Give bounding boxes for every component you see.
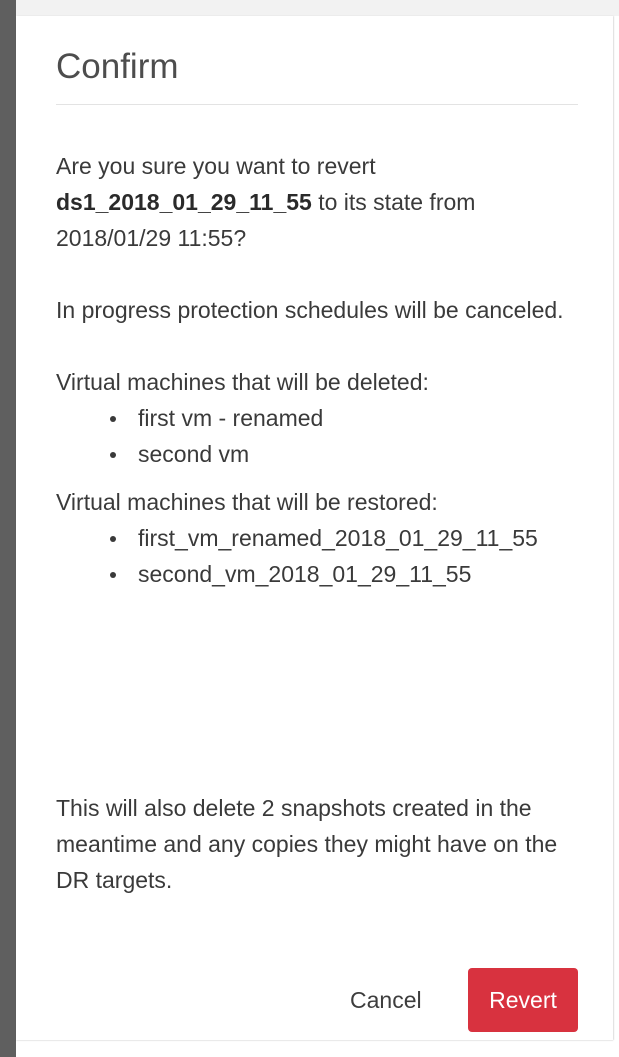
screen: Confirm Are you sure you want to revert … bbox=[0, 0, 619, 1057]
deleted-vms-heading: Virtual machines that will be deleted: bbox=[56, 369, 429, 395]
confirm-dialog: Confirm Are you sure you want to revert … bbox=[16, 16, 613, 1040]
background-strip bbox=[0, 0, 619, 16]
schedules-note: In progress protection schedules will be… bbox=[56, 297, 564, 323]
list-item: first_vm_renamed_2018_01_29_11_55 bbox=[110, 520, 586, 556]
restored-vms-heading: Virtual machines that will be restored: bbox=[56, 489, 438, 515]
cancel-button[interactable]: Cancel bbox=[346, 978, 426, 1022]
dialog-title: Confirm bbox=[56, 47, 179, 86]
restored-vm-name: first_vm_renamed_2018_01_29_11_55 bbox=[138, 525, 538, 551]
datastore-name: ds1_2018_01_29_11_55 bbox=[56, 189, 312, 215]
revert-question: Are you sure you want to revert ds1_2018… bbox=[56, 148, 586, 256]
title-divider bbox=[56, 104, 578, 105]
dialog-body: Are you sure you want to revert ds1_2018… bbox=[56, 148, 586, 592]
restored-vms-list: first_vm_renamed_2018_01_29_11_55 second… bbox=[56, 520, 586, 592]
deleted-vms-list: first vm - renamed second vm bbox=[56, 400, 586, 472]
list-item: second vm bbox=[110, 436, 586, 472]
list-item: second_vm_2018_01_29_11_55 bbox=[110, 556, 586, 592]
page-edge bbox=[0, 0, 16, 1057]
revert-button[interactable]: Revert bbox=[468, 968, 578, 1032]
snapshots-note: This will also delete 2 snapshots create… bbox=[56, 795, 558, 893]
question-prefix: Are you sure you want to revert bbox=[56, 153, 376, 179]
list-item: first vm - renamed bbox=[110, 400, 586, 436]
